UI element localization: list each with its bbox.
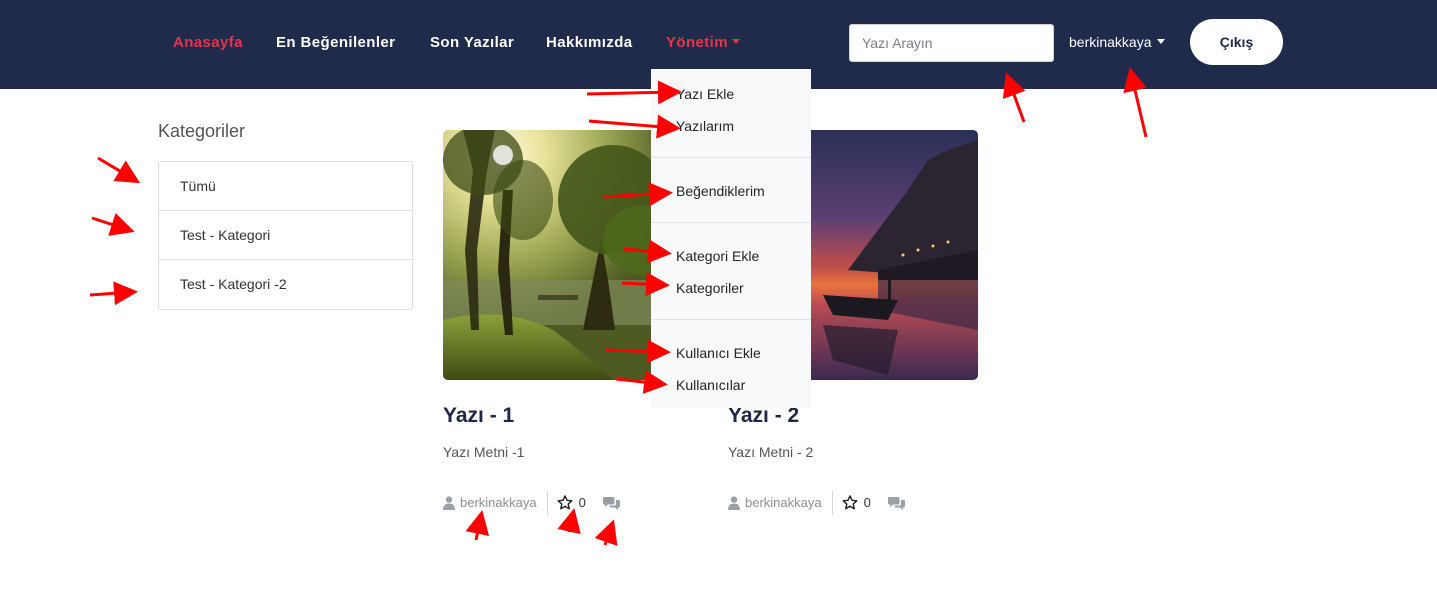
nav-link-hakkimizda[interactable]: Hakkımızda — [546, 34, 633, 51]
annotation-arrow — [89, 281, 138, 306]
menu-divider — [651, 157, 811, 158]
menu-item-kullanici-ekle[interactable]: Kullanıcı Ekle — [676, 345, 761, 361]
post-author[interactable]: berkinakkaya — [443, 495, 537, 510]
star-outline-icon — [557, 495, 573, 510]
username-label: berkinakkaya — [1069, 34, 1152, 50]
post-meta: berkinakkaya 0 — [728, 490, 905, 515]
post-like-count: 0 — [578, 495, 586, 510]
menu-item-yazilarim[interactable]: Yazılarım — [676, 118, 734, 134]
category-item-test-kategori[interactable]: Test - Kategori — [159, 211, 412, 260]
menu-divider — [651, 222, 811, 223]
caret-down-icon — [1156, 39, 1165, 44]
nav-link-anasayfa[interactable]: Anasayfa — [173, 34, 243, 51]
caret-down-icon — [731, 39, 740, 44]
post-like-button[interactable]: 0 — [842, 495, 871, 510]
star-outline-icon — [842, 495, 858, 510]
user-dropdown-toggle[interactable]: berkinakkaya — [1069, 34, 1165, 50]
category-item-test-kategori-2[interactable]: Test - Kategori -2 — [159, 260, 412, 309]
menu-item-begendiklerim[interactable]: Beğendiklerim — [676, 183, 765, 199]
menu-item-kategori-ekle[interactable]: Kategori Ekle — [676, 248, 759, 264]
menu-item-yazi-ekle[interactable]: Yazı Ekle — [676, 86, 734, 102]
annotation-arrow — [91, 213, 135, 236]
search-input[interactable] — [849, 24, 1054, 62]
comments-icon — [602, 496, 620, 510]
comments-icon — [887, 496, 905, 510]
meta-separator — [831, 490, 833, 515]
categories-heading: Kategoriler — [158, 121, 246, 141]
user-icon — [728, 495, 740, 510]
menu-item-kategoriler[interactable]: Kategoriler — [676, 280, 744, 296]
menu-divider — [651, 319, 811, 320]
post-like-count: 0 — [863, 495, 871, 510]
post-author-name: berkinakkaya — [460, 495, 537, 510]
post-title[interactable]: Yazı - 1 — [443, 404, 514, 428]
post-author[interactable]: berkinakkaya — [728, 495, 822, 510]
post-meta: berkinakkaya 0 — [443, 490, 620, 515]
annotation-arrow — [465, 510, 490, 541]
annotation-arrow — [594, 519, 618, 546]
post-author-name: berkinakkaya — [745, 495, 822, 510]
post-comments-button[interactable] — [887, 496, 905, 510]
category-item-tumu[interactable]: Tümü — [159, 162, 412, 211]
nav-dropdown-yonetim[interactable]: Yönetim — [666, 34, 740, 51]
post-like-button[interactable]: 0 — [557, 495, 586, 510]
nav-dropdown-yonetim-label: Yönetim — [666, 34, 728, 51]
meta-separator — [546, 490, 548, 515]
post-comments-button[interactable] — [602, 496, 620, 510]
post-text: Yazı Metni - 2 — [728, 444, 814, 460]
annotation-arrow — [97, 156, 141, 184]
admin-dropdown-menu: Yazı Ekle Yazılarım Beğendiklerim Katego… — [651, 69, 811, 408]
category-list: Tümü Test - Kategori Test - Kategori -2 — [158, 161, 413, 310]
logout-button[interactable]: Çıkış — [1190, 19, 1283, 65]
annotation-arrow — [557, 508, 581, 535]
menu-item-kullanicilar[interactable]: Kullanıcılar — [676, 377, 745, 393]
user-icon — [443, 495, 455, 510]
post-text: Yazı Metni -1 — [443, 444, 525, 460]
nav-link-son-yazilar[interactable]: Son Yazılar — [430, 34, 514, 51]
nav-link-en-begenilenler[interactable]: En Beğenilenler — [276, 34, 395, 51]
